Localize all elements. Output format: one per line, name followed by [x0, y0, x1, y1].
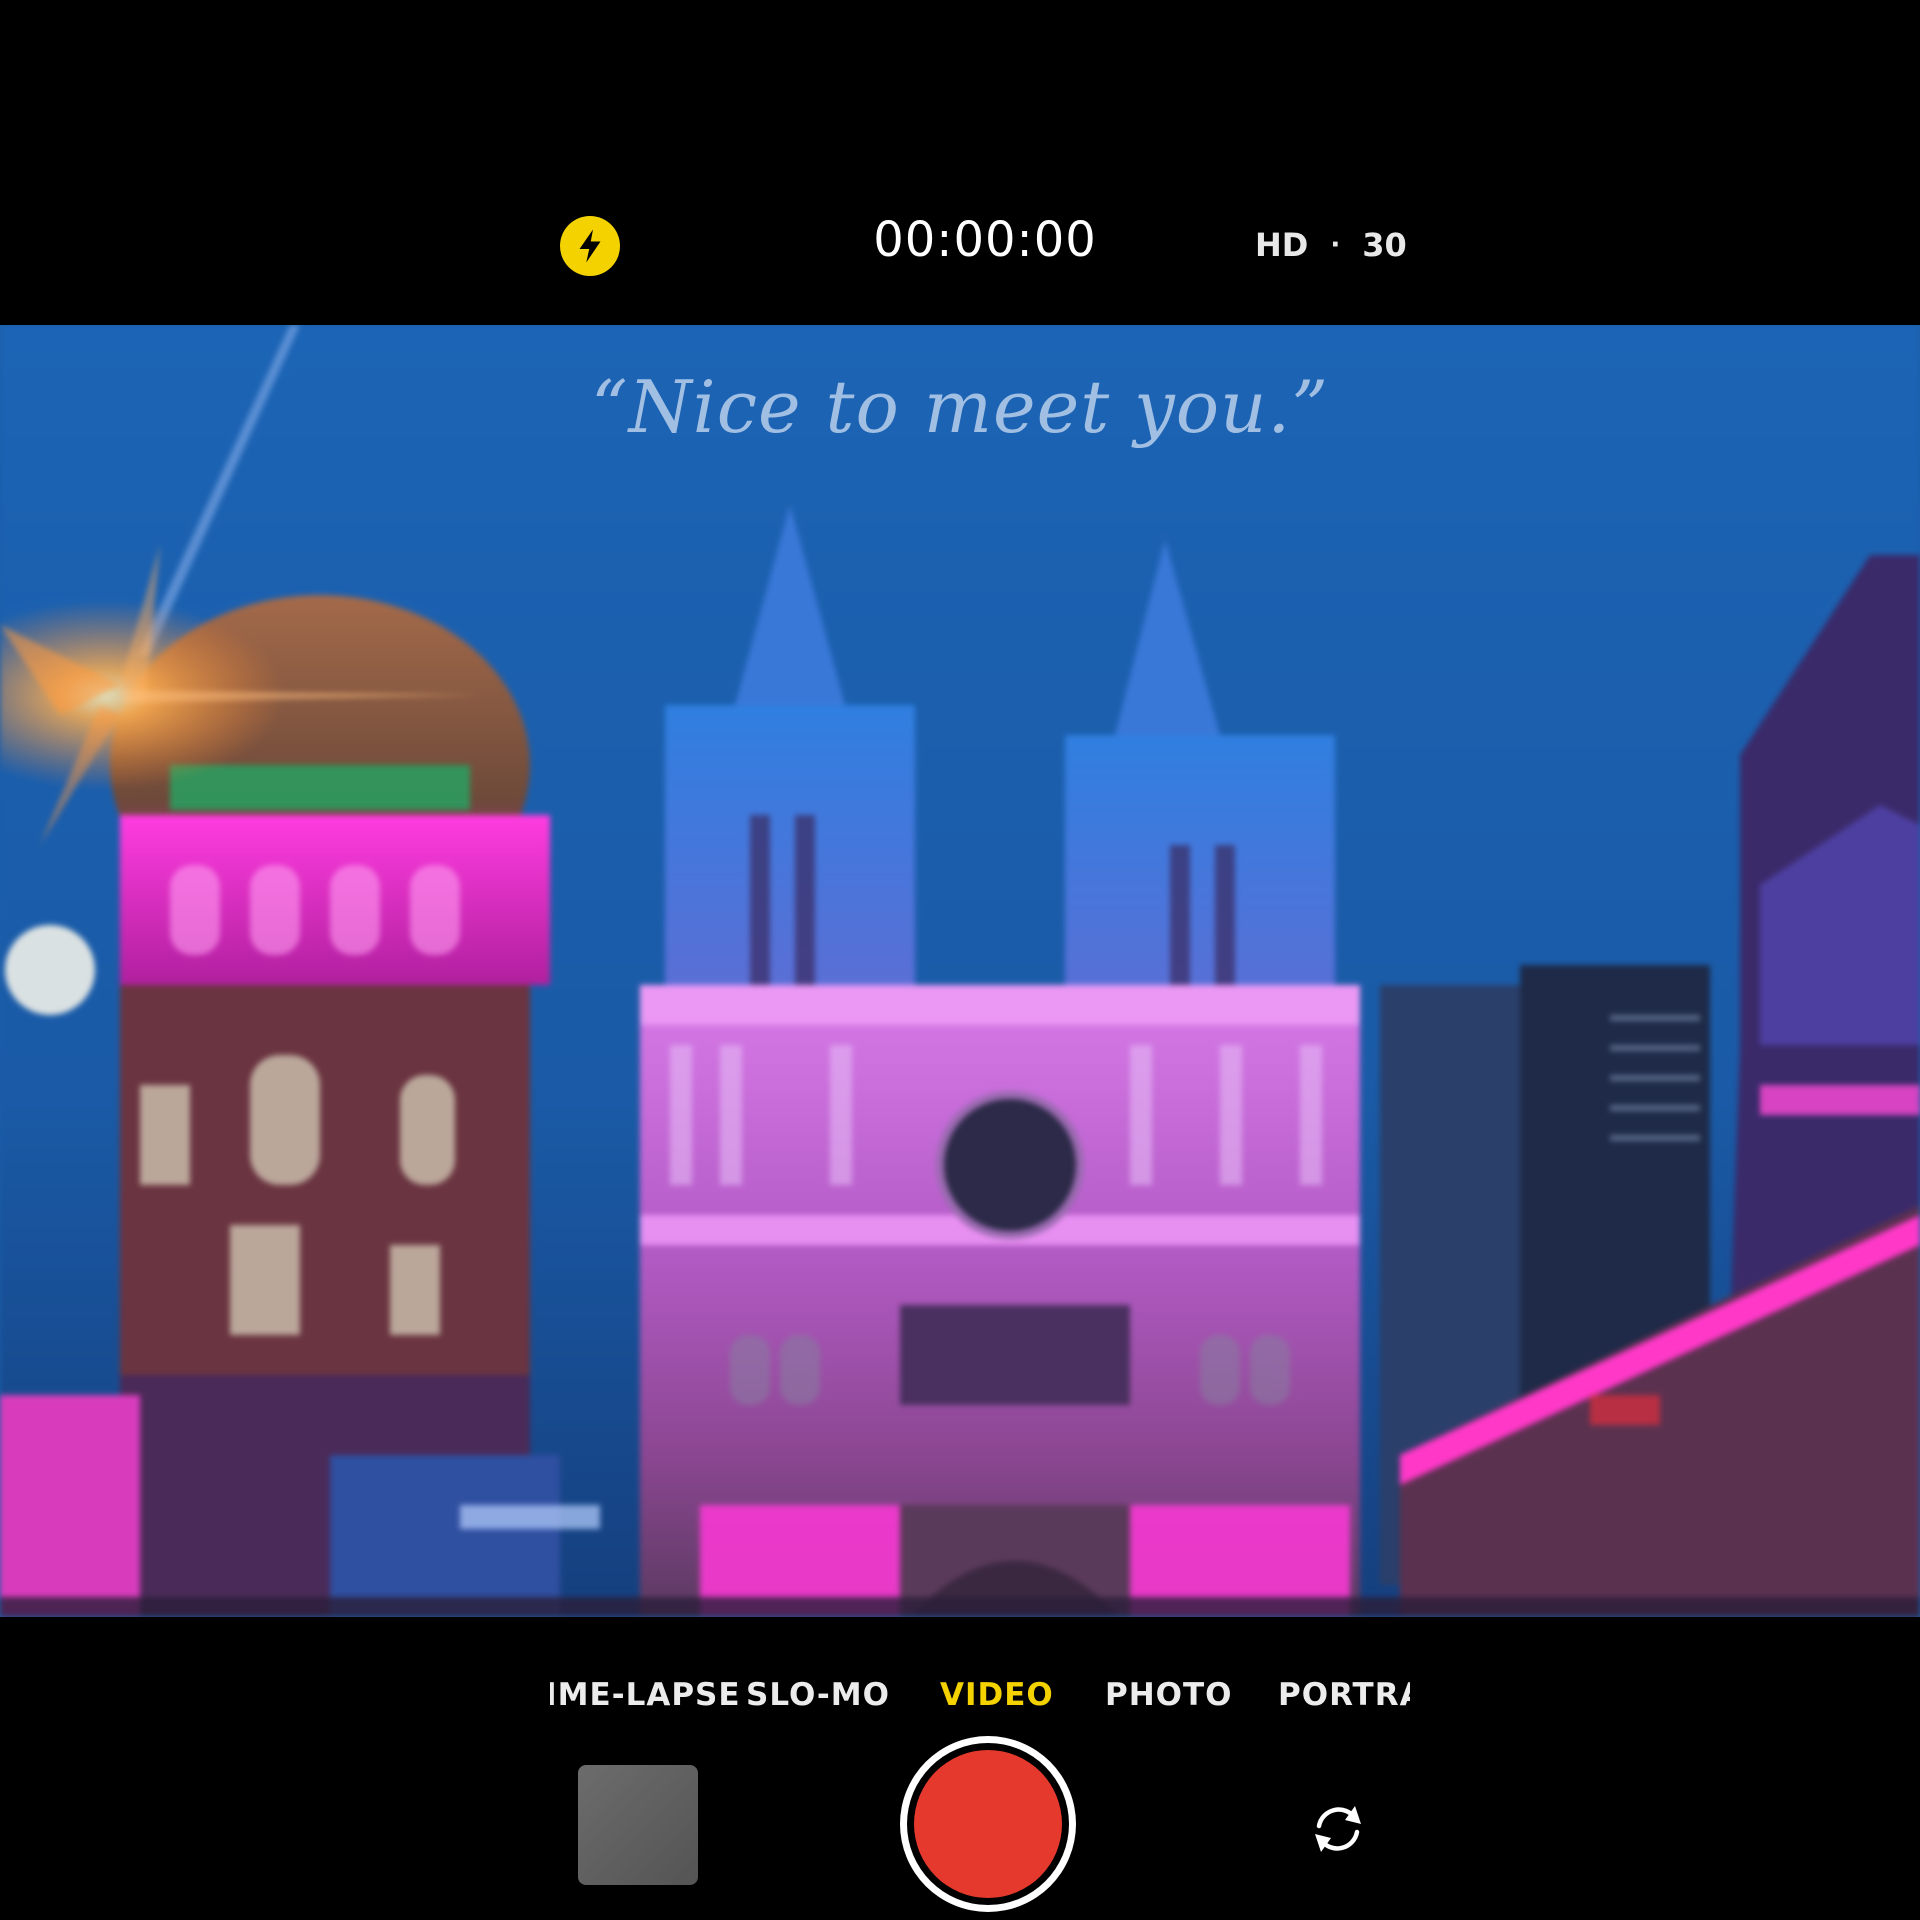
viewfinder-scene — [0, 325, 1920, 1617]
mode-slo-mo[interactable]: SLO-MO — [746, 1677, 890, 1713]
camera-flip-icon — [1315, 1806, 1361, 1852]
bottom-bar: TIME-LAPSE SLO-MO VIDEO PHOTO PORTRAIT — [0, 1617, 1920, 1920]
resolution-label[interactable]: HD — [1255, 226, 1308, 264]
top-bar: 00:00:00 HD · 30 — [0, 0, 1920, 325]
camera-viewfinder[interactable]: “Nice to meet you.” — [0, 325, 1920, 1617]
recording-timer: 00:00:00 — [873, 212, 1097, 268]
record-button[interactable] — [900, 1736, 1076, 1912]
record-button-ring — [907, 1743, 1069, 1905]
mode-portrait[interactable]: PORTRAIT — [1278, 1677, 1410, 1713]
lightning-bolt-icon — [579, 229, 601, 263]
mode-time-lapse[interactable]: TIME-LAPSE — [550, 1677, 741, 1713]
mode-photo[interactable]: PHOTO — [1105, 1677, 1233, 1713]
flip-camera-button[interactable] — [1302, 1793, 1374, 1865]
frame-rate-label[interactable]: 30 — [1362, 226, 1407, 264]
mode-video[interactable]: VIDEO — [940, 1677, 1054, 1713]
video-format-selector[interactable]: HD · 30 — [1255, 226, 1407, 264]
flash-button[interactable] — [560, 216, 620, 276]
overlay-caption: “Nice to meet you.” — [590, 365, 1330, 449]
last-capture-thumbnail[interactable] — [578, 1765, 698, 1885]
record-button-core — [914, 1750, 1062, 1898]
mode-selector[interactable]: TIME-LAPSE SLO-MO VIDEO PHOTO PORTRAIT — [550, 1677, 1410, 1727]
format-separator: · — [1330, 230, 1341, 260]
